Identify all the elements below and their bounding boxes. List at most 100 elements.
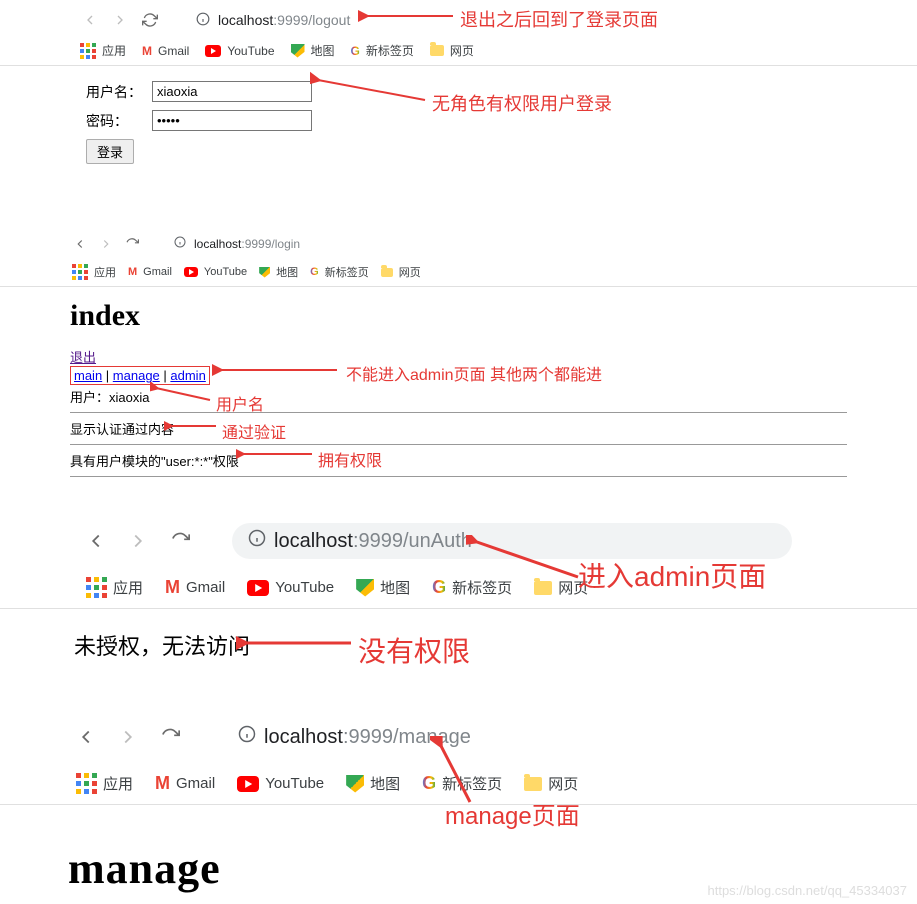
address-bar[interactable]: localhost:9999/logout bbox=[184, 9, 362, 32]
bookmark-newtab[interactable]: G新标签页 bbox=[351, 42, 414, 59]
divider bbox=[70, 476, 847, 477]
bookmark-gmail[interactable]: MGmail bbox=[155, 773, 215, 794]
bookmark-youtube[interactable]: YouTube bbox=[184, 266, 247, 278]
password-input[interactable] bbox=[152, 110, 312, 131]
perm-row: 具有用户模块的"user:*:*"权限 bbox=[70, 451, 847, 470]
folder-icon bbox=[524, 777, 542, 791]
bookmark-maps[interactable]: 地图 bbox=[259, 264, 298, 280]
youtube-icon bbox=[237, 776, 259, 792]
bookmark-gmail[interactable]: MGmail bbox=[142, 44, 189, 58]
apps-icon bbox=[76, 773, 97, 794]
page-title: index bbox=[70, 299, 847, 333]
login-button[interactable]: 登录 bbox=[86, 139, 134, 164]
reload-button[interactable] bbox=[122, 234, 142, 254]
divider bbox=[70, 412, 847, 413]
bookmark-apps[interactable]: 应用 bbox=[86, 577, 143, 598]
apps-icon bbox=[80, 43, 96, 59]
browser-nav-bar: localhost:9999/unAuth bbox=[0, 515, 917, 567]
youtube-icon bbox=[184, 267, 198, 277]
google-icon: G bbox=[432, 577, 446, 598]
reload-button[interactable] bbox=[138, 8, 162, 32]
maps-icon bbox=[259, 267, 270, 278]
link-main[interactable]: main bbox=[74, 368, 102, 383]
bookmark-bar: 应用 MGmail YouTube 地图 G新标签页 网页 bbox=[0, 567, 917, 609]
bookmark-gmail[interactable]: MGmail bbox=[165, 577, 225, 598]
bookmark-newtab[interactable]: G新标签页 bbox=[432, 577, 512, 598]
back-button[interactable] bbox=[70, 721, 102, 753]
browser-nav-bar: localhost:9999/logout bbox=[0, 4, 917, 36]
info-icon bbox=[238, 725, 256, 749]
browser-nav-bar: localhost:9999/manage bbox=[0, 711, 917, 763]
bookmark-apps[interactable]: 应用 bbox=[80, 42, 126, 59]
bookmark-maps[interactable]: 地图 bbox=[291, 42, 335, 59]
gmail-icon: M bbox=[128, 266, 137, 278]
address-bar[interactable]: localhost:9999/manage bbox=[222, 719, 782, 755]
bookmark-newtab[interactable]: G新标签页 bbox=[422, 773, 502, 794]
index-page-content: index 退出 main | manage | admin 用户：xiaoxi… bbox=[70, 287, 847, 493]
gmail-icon: M bbox=[155, 773, 170, 794]
forward-button[interactable] bbox=[122, 525, 154, 557]
youtube-icon bbox=[247, 580, 269, 596]
apps-icon bbox=[86, 577, 107, 598]
back-button[interactable] bbox=[80, 525, 112, 557]
nav-links-box: main | manage | admin bbox=[70, 366, 210, 385]
bookmark-web[interactable]: 网页 bbox=[381, 264, 421, 280]
url-text: localhost:9999/logout bbox=[218, 12, 350, 28]
user-row: 用户：xiaoxia bbox=[70, 387, 847, 406]
info-icon bbox=[248, 529, 266, 553]
reload-button[interactable] bbox=[164, 525, 196, 557]
info-icon bbox=[174, 236, 186, 251]
address-bar[interactable]: localhost:9999/login bbox=[162, 233, 312, 254]
bookmark-youtube[interactable]: YouTube bbox=[247, 579, 334, 596]
youtube-icon bbox=[205, 45, 221, 57]
google-icon: G bbox=[422, 773, 436, 794]
logout-link[interactable]: 退出 bbox=[70, 350, 96, 365]
folder-icon bbox=[381, 268, 393, 277]
bookmark-web[interactable]: 网页 bbox=[524, 773, 578, 794]
url-text: localhost:9999/unAuth bbox=[274, 530, 472, 553]
forward-button[interactable] bbox=[112, 721, 144, 753]
back-button[interactable] bbox=[70, 234, 90, 254]
bookmark-bar: 应用 MGmail YouTube 地图 G新标签页 网页 bbox=[0, 763, 917, 805]
google-icon: G bbox=[351, 44, 360, 58]
url-text: localhost:9999/login bbox=[194, 237, 300, 251]
bookmark-apps[interactable]: 应用 bbox=[76, 773, 133, 794]
info-icon bbox=[196, 12, 210, 29]
username-label: 用户名： bbox=[82, 78, 146, 105]
bookmark-gmail[interactable]: MGmail bbox=[128, 266, 172, 278]
forward-button[interactable] bbox=[96, 234, 116, 254]
bookmark-web[interactable]: 网页 bbox=[534, 577, 588, 598]
bookmark-bar: 应用 MGmail YouTube 地图 G新标签页 网页 bbox=[0, 36, 917, 66]
browser-nav-bar: localhost:9999/login bbox=[0, 229, 917, 258]
gmail-icon: M bbox=[142, 44, 152, 58]
watermark: https://blog.csdn.net/qq_45334037 bbox=[708, 883, 908, 898]
gmail-icon: M bbox=[165, 577, 180, 598]
bookmark-maps[interactable]: 地图 bbox=[346, 773, 400, 794]
maps-icon bbox=[291, 44, 305, 58]
google-icon: G bbox=[310, 266, 319, 278]
maps-icon bbox=[356, 579, 374, 597]
back-button[interactable] bbox=[78, 8, 102, 32]
bookmark-newtab[interactable]: G新标签页 bbox=[310, 264, 369, 280]
section-manage: localhost:9999/manage 应用 MGmail YouTube … bbox=[0, 711, 917, 904]
link-manage[interactable]: manage bbox=[113, 368, 160, 383]
bookmark-youtube[interactable]: YouTube bbox=[237, 775, 324, 792]
bookmark-maps[interactable]: 地图 bbox=[356, 577, 410, 598]
divider bbox=[70, 444, 847, 445]
bookmark-youtube[interactable]: YouTube bbox=[205, 44, 274, 58]
forward-button[interactable] bbox=[108, 8, 132, 32]
username-input[interactable] bbox=[152, 81, 312, 102]
bookmark-web[interactable]: 网页 bbox=[430, 42, 474, 59]
bookmark-apps[interactable]: 应用 bbox=[72, 264, 116, 280]
folder-icon bbox=[534, 581, 552, 595]
section-unauth: localhost:9999/unAuth 应用 MGmail YouTube … bbox=[0, 515, 917, 681]
reload-button[interactable] bbox=[154, 721, 186, 753]
login-form: 用户名： 密码： 登录 bbox=[0, 66, 917, 179]
maps-icon bbox=[346, 775, 364, 793]
link-admin[interactable]: admin bbox=[170, 368, 205, 383]
apps-icon bbox=[72, 264, 88, 280]
url-text: localhost:9999/manage bbox=[264, 726, 471, 749]
address-bar[interactable]: localhost:9999/unAuth bbox=[232, 523, 792, 559]
section-logout: localhost:9999/logout 应用 MGmail YouTube … bbox=[0, 0, 917, 179]
auth-row: 显示认证通过内容 bbox=[70, 419, 847, 438]
